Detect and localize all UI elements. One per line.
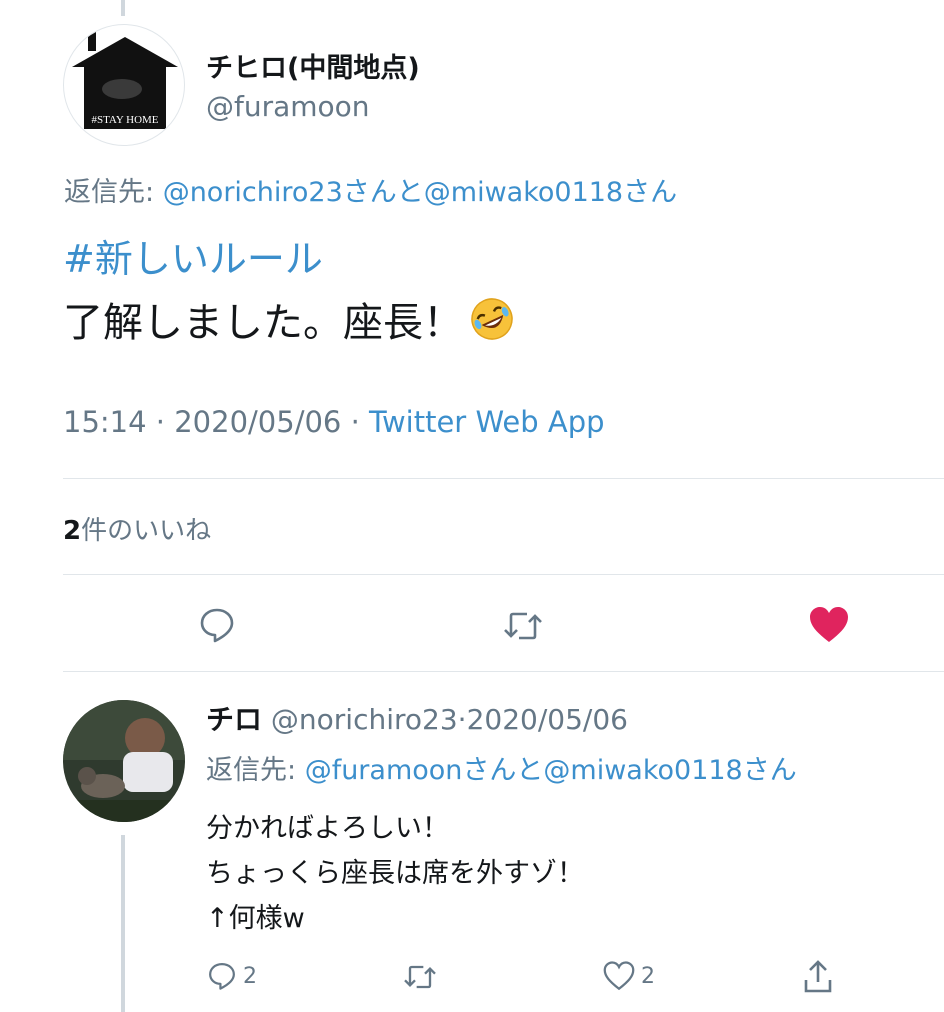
tweet-text-content: 了解しました。座長！ — [63, 300, 463, 346]
display-name[interactable]: チヒロ(中間地点) — [206, 46, 420, 85]
retweet-icon[interactable] — [503, 608, 543, 644]
tweet-meta: 15:14 · 2020/05/06 · Twitter Web App — [63, 405, 605, 439]
heart-icon — [603, 961, 635, 991]
thread-line-top — [121, 0, 125, 16]
hashtag-link[interactable]: #新しいルール — [63, 228, 323, 283]
divider — [63, 574, 944, 575]
divider — [63, 478, 944, 479]
reply-to-line: 返信先: @norichiro23さんと@miwako0118さん — [64, 170, 677, 209]
likes-label: 件のいいね — [81, 516, 212, 546]
thread-line-bottom — [121, 835, 125, 1012]
reply-action-retweet[interactable] — [402, 962, 438, 992]
reply-action-reply[interactable]: 2 — [207, 961, 257, 991]
stay-home-house-icon: #STAY HOME — [72, 31, 178, 129]
likes-count: 2 — [63, 516, 82, 546]
reply-display-name[interactable]: チロ — [206, 703, 262, 736]
reply-header: チロ @norichiro23·2020/05/06 — [206, 698, 628, 738]
reply-text: 分かればよろしい！ ちょっくら座長は席を外すゾ！ ↑何様w — [206, 806, 584, 941]
reply-to-users-link[interactable]: @norichiro23さんと@miwako0118さん — [163, 177, 677, 208]
user-handle[interactable]: @furamoon — [206, 90, 370, 123]
reply-text-line: 分かればよろしい！ — [206, 813, 449, 844]
reply-like-count: 2 — [641, 963, 655, 989]
reply-avatar-photo — [63, 700, 185, 822]
reply-reply-to-line: 返信先: @furamoonさんと@miwako0118さん — [206, 748, 797, 787]
retweet-icon — [404, 965, 436, 989]
reply-handle[interactable]: @norichiro23 — [271, 703, 458, 736]
reply-action-like[interactable]: 2 — [603, 961, 655, 991]
divider — [63, 671, 944, 672]
reply-date[interactable]: ·2020/05/06 — [458, 703, 628, 736]
likes-count-line[interactable]: 2件のいいね — [63, 510, 211, 547]
reply-icon[interactable] — [198, 606, 236, 644]
reply-avatar[interactable] — [63, 700, 185, 822]
tweet-timestamp[interactable]: 15:14 · 2020/05/06 · — [63, 405, 369, 439]
tweet-source-link[interactable]: Twitter Web App — [369, 405, 605, 439]
reply-text-line: ↑何様w — [206, 903, 305, 934]
reply-count: 2 — [243, 963, 257, 989]
reply-text-line: ちょっくら座長は席を外すゾ！ — [206, 858, 584, 889]
reply-icon — [209, 963, 235, 990]
share-icon[interactable] — [803, 960, 833, 994]
heart-filled-icon[interactable] — [808, 605, 850, 645]
svg-text:#STAY HOME: #STAY HOME — [91, 114, 158, 126]
reply-reply-to-prefix: 返信先: — [206, 755, 305, 786]
rolling-on-floor-laughing-emoji-icon — [471, 298, 513, 340]
reply-to-prefix: 返信先: — [64, 177, 163, 208]
avatar[interactable]: #STAY HOME — [63, 24, 185, 146]
reply-reply-to-users-link[interactable]: @furamoonさんと@miwako0118さん — [305, 755, 797, 786]
tweet-text: 了解しました。座長！ — [63, 290, 515, 348]
